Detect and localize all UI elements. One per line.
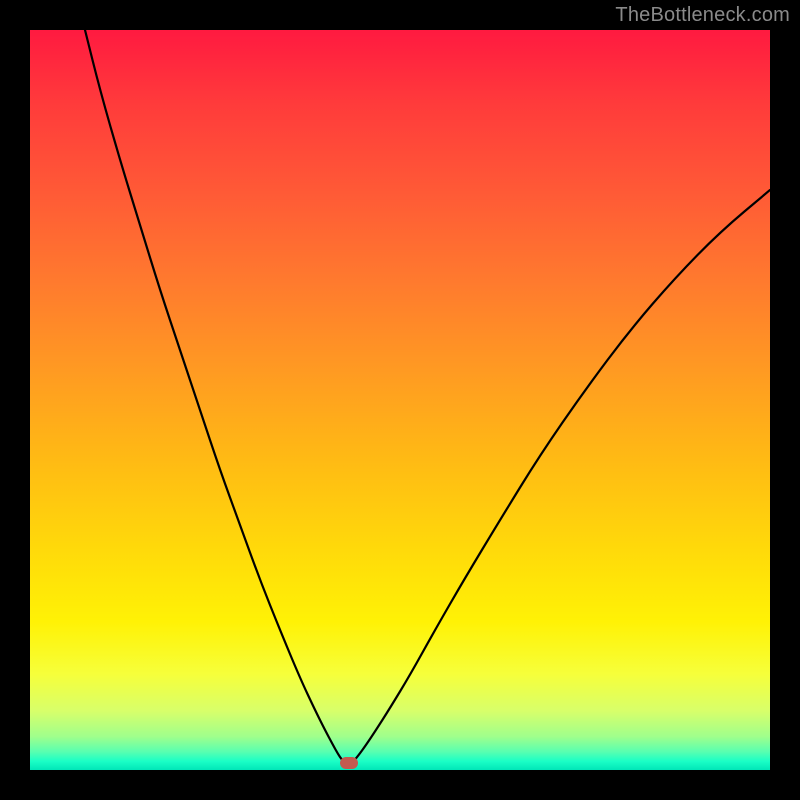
plot-area [30,30,770,770]
watermark-text: TheBottleneck.com [615,4,790,27]
minimum-marker [340,757,358,769]
chart-frame: TheBottleneck.com [0,0,800,800]
curve-right-branch [352,190,770,763]
curve-left-branch [85,30,346,763]
curve-svg [30,30,770,770]
